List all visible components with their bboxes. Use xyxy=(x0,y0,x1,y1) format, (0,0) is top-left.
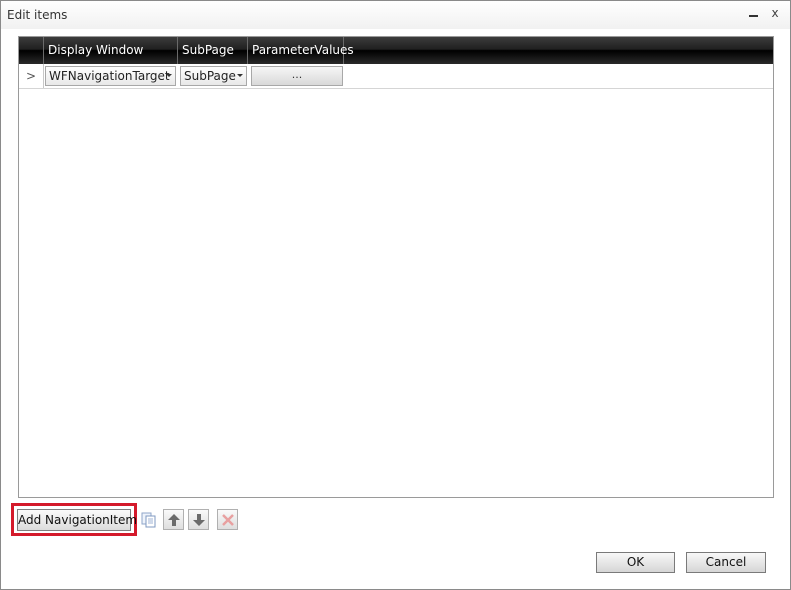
chevron-down-icon xyxy=(166,74,172,77)
arrow-down-icon xyxy=(193,514,205,526)
dialog-title: Edit items xyxy=(7,8,68,22)
chevron-down-icon xyxy=(237,74,243,77)
cancel-button[interactable]: Cancel xyxy=(686,552,766,573)
close-icon[interactable]: x xyxy=(766,5,784,21)
parameter-values-button[interactable]: ... xyxy=(251,66,343,86)
edit-items-dialog: Edit items x Display Window SubPage Para… xyxy=(0,0,791,590)
column-header-parameter-values[interactable]: ParameterValues xyxy=(248,37,354,64)
title-bar: Edit items x xyxy=(1,1,790,29)
delete-icon xyxy=(222,514,234,526)
subpage-select[interactable]: SubPage xyxy=(180,66,247,86)
move-down-button[interactable] xyxy=(188,509,209,530)
items-grid: Display Window SubPage ParameterValues >… xyxy=(18,36,774,498)
grid-header: Display Window SubPage ParameterValues xyxy=(19,37,773,64)
display-window-value: WFNavigationTarget xyxy=(49,69,170,83)
delete-button[interactable] xyxy=(217,509,238,530)
copy-icon xyxy=(141,512,156,528)
copy-button[interactable] xyxy=(138,509,159,530)
column-header-subpage[interactable]: SubPage xyxy=(178,37,248,64)
table-row[interactable]: > WFNavigationTarget SubPage ... xyxy=(19,64,773,89)
subpage-value: SubPage xyxy=(184,69,236,83)
ok-button[interactable]: OK xyxy=(596,552,675,573)
column-header-display-window[interactable]: Display Window xyxy=(44,37,178,64)
arrow-up-icon xyxy=(168,514,180,526)
display-window-select[interactable]: WFNavigationTarget xyxy=(45,66,176,86)
add-navigation-item-button[interactable]: Add NavigationItem xyxy=(17,509,137,531)
move-up-button[interactable] xyxy=(163,509,184,530)
row-header-corner xyxy=(19,37,44,64)
minimize-icon[interactable] xyxy=(745,5,763,21)
row-indicator[interactable]: > xyxy=(19,64,44,88)
